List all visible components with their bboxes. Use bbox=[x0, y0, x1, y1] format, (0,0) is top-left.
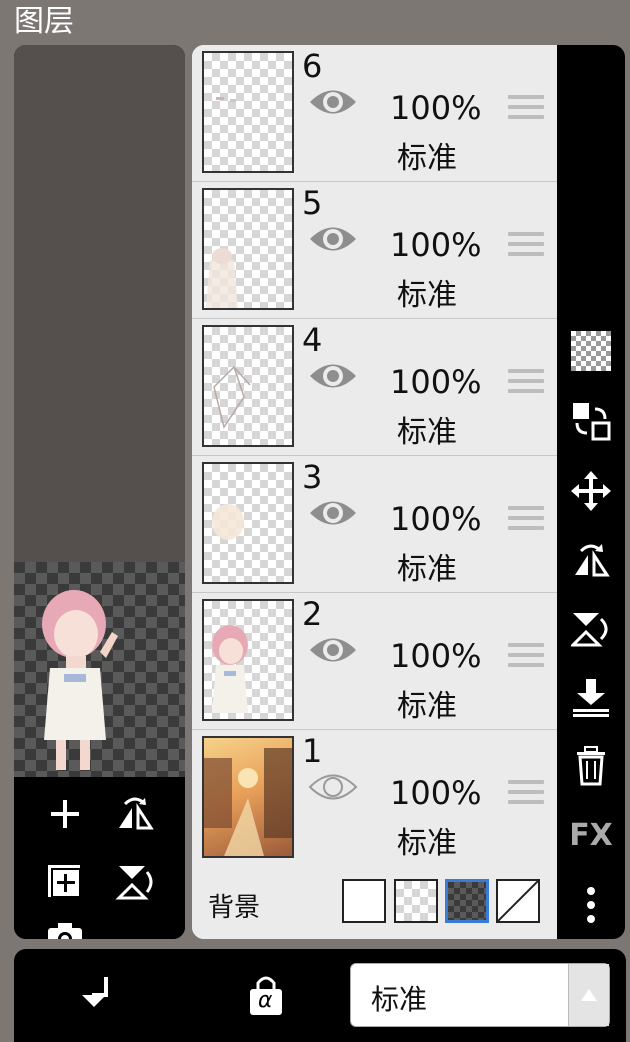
bg-none-option[interactable] bbox=[496, 879, 540, 923]
swap-layer-icon[interactable] bbox=[567, 397, 615, 445]
eye-icon[interactable] bbox=[308, 85, 358, 123]
layer-row[interactable]: 2 100% 标准 bbox=[192, 593, 557, 731]
merge-down-icon[interactable] bbox=[567, 673, 615, 721]
layer-number: 5 bbox=[302, 184, 323, 222]
layer-row[interactable]: 5 100% 标准 bbox=[192, 182, 557, 320]
preview-background bbox=[14, 45, 185, 562]
layer-number: 2 bbox=[302, 595, 323, 633]
left-toolbar bbox=[14, 777, 185, 939]
bg-white-option[interactable] bbox=[342, 879, 386, 923]
add-layer-icon[interactable] bbox=[40, 789, 90, 839]
layer-row[interactable]: 4 100% 标准 bbox=[192, 319, 557, 457]
layer-blend-mode: 标准 bbox=[397, 278, 457, 313]
eye-icon[interactable] bbox=[308, 496, 358, 534]
flip-layer-vertical-icon[interactable] bbox=[567, 605, 615, 653]
character-figure bbox=[42, 590, 118, 770]
background-label: 背景 bbox=[208, 893, 261, 923]
drag-handle-icon[interactable] bbox=[508, 369, 544, 399]
layer-blend-mode: 标准 bbox=[397, 689, 457, 724]
layer-number: 6 bbox=[302, 47, 323, 85]
layer-blend-mode: 标准 bbox=[397, 826, 457, 861]
flip-layer-horizontal-icon[interactable] bbox=[567, 535, 615, 583]
layer-thumbnail bbox=[202, 325, 294, 447]
flip-horizontal-icon[interactable] bbox=[110, 789, 160, 839]
layer-thumbnail bbox=[202, 599, 294, 721]
move-icon[interactable] bbox=[567, 467, 615, 515]
delete-icon[interactable] bbox=[567, 741, 615, 789]
bg-transparent-option[interactable] bbox=[394, 879, 438, 923]
layer-opacity: 100% bbox=[390, 363, 482, 401]
layer-opacity: 100% bbox=[390, 774, 482, 812]
layer-thumbnail bbox=[202, 736, 294, 858]
canvas-preview-panel bbox=[14, 45, 185, 939]
layer-opacity: 100% bbox=[390, 226, 482, 264]
layer-blend-mode: 标准 bbox=[397, 141, 457, 176]
layer-number: 4 bbox=[302, 321, 323, 359]
layer-row[interactable]: 3 100% 标准 bbox=[192, 456, 557, 594]
layer-blend-mode: 标准 bbox=[397, 415, 457, 450]
canvas-thumbnail[interactable] bbox=[14, 562, 185, 777]
transparency-icon[interactable] bbox=[567, 327, 615, 375]
layer-opacity: 100% bbox=[390, 637, 482, 675]
fx-icon[interactable]: FX bbox=[567, 811, 615, 859]
drag-handle-icon[interactable] bbox=[508, 232, 544, 262]
eye-hidden-icon[interactable] bbox=[308, 770, 358, 808]
panel-title: 图层 bbox=[14, 4, 74, 39]
background-row: 背景 bbox=[192, 865, 557, 939]
add-layer-copy-icon[interactable] bbox=[40, 857, 90, 907]
layer-thumbnail bbox=[202, 462, 294, 584]
alpha-lock-icon[interactable]: α bbox=[248, 973, 284, 1017]
drag-handle-icon[interactable] bbox=[508, 95, 544, 125]
dropdown-arrow-icon[interactable] bbox=[568, 964, 609, 1026]
layer-blend-mode: 标准 bbox=[397, 552, 457, 587]
layer-number: 1 bbox=[302, 732, 323, 770]
eye-icon[interactable] bbox=[308, 222, 358, 260]
drag-handle-icon[interactable] bbox=[508, 780, 544, 810]
camera-icon[interactable] bbox=[40, 911, 90, 939]
drag-handle-icon[interactable] bbox=[508, 506, 544, 536]
layer-row[interactable]: 6 100% 标准 bbox=[192, 45, 557, 183]
right-toolbar: FX bbox=[557, 45, 625, 939]
layer-opacity: 100% bbox=[390, 89, 482, 127]
blend-mode-select[interactable]: 标准 bbox=[350, 963, 610, 1027]
bottom-toolbar: α 标准 bbox=[14, 949, 626, 1042]
more-icon[interactable] bbox=[567, 881, 615, 929]
clip-arrow-icon[interactable] bbox=[78, 975, 114, 1019]
layer-thumbnail bbox=[202, 51, 294, 173]
layer-row[interactable]: 1 100% 标准 bbox=[192, 730, 557, 868]
layer-thumbnail bbox=[202, 188, 294, 310]
layer-list: 6 100% 标准 5 100% 标准 4 100% 标准 3 100% 标准 … bbox=[192, 45, 557, 939]
flip-vertical-icon[interactable] bbox=[110, 857, 160, 907]
eye-icon[interactable] bbox=[308, 633, 358, 671]
layer-opacity: 100% bbox=[390, 500, 482, 538]
eye-icon[interactable] bbox=[308, 359, 358, 397]
layer-number: 3 bbox=[302, 458, 323, 496]
bg-dark-transparent-option[interactable] bbox=[445, 879, 489, 923]
alpha-symbol: α bbox=[258, 988, 273, 1013]
blend-mode-value: 标准 bbox=[371, 983, 428, 1016]
drag-handle-icon[interactable] bbox=[508, 643, 544, 673]
